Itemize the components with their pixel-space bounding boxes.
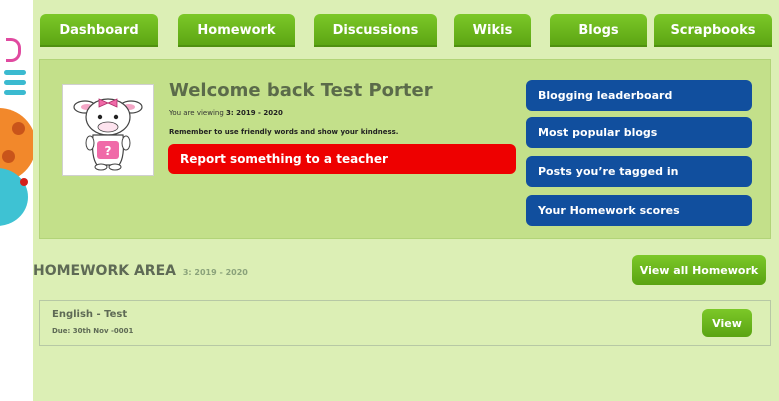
tab-blogs[interactable]: Blogs: [550, 14, 647, 47]
view-all-homework-button[interactable]: View all Homework: [632, 255, 766, 285]
tab-dashboard[interactable]: Dashboard: [40, 14, 158, 47]
homework-item-title: English - Test: [52, 309, 128, 320]
tab-scrapbooks[interactable]: Scrapbooks: [654, 14, 772, 47]
homework-heading: HOMEWORK AREA 3: 2019 - 2020: [33, 263, 248, 279]
avatar: ?: [62, 84, 154, 176]
homework-heading-title: HOMEWORK AREA: [33, 263, 176, 279]
welcome-panel: ? Welcome back Test Porter You are viewi…: [39, 59, 771, 239]
main-panel: Dashboard Homework Discussions Wikis Blo…: [33, 0, 779, 401]
decorative-bar: [4, 70, 26, 75]
most-popular-blogs-button[interactable]: Most popular blogs: [526, 117, 752, 148]
homework-item: English - Test Due: 30th Nov -0001 View: [39, 300, 771, 346]
tab-wikis[interactable]: Wikis: [454, 14, 531, 47]
decorative-strip: [0, 0, 34, 401]
tagged-posts-button[interactable]: Posts you’re tagged in: [526, 156, 752, 187]
decorative-red-dot: [20, 178, 28, 186]
decorative-pink-shape: [6, 38, 21, 62]
decorative-bar: [4, 90, 26, 95]
blogging-leaderboard-button[interactable]: Blogging leaderboard: [526, 80, 752, 111]
tab-homework[interactable]: Homework: [178, 14, 295, 47]
homework-heading-year: 3: 2019 - 2020: [182, 268, 248, 277]
viewing-value: 3: 2019 - 2020: [226, 109, 283, 117]
reminder-text: Remember to use friendly words and show …: [169, 128, 399, 136]
decorative-bar: [4, 80, 26, 85]
svg-text:?: ?: [105, 144, 112, 158]
homework-item-due: Due: 30th Nov -0001: [52, 327, 134, 335]
report-button[interactable]: Report something to a teacher: [168, 144, 516, 174]
cow-avatar-icon: ?: [73, 98, 143, 171]
homework-scores-button[interactable]: Your Homework scores: [526, 195, 752, 226]
view-homework-button[interactable]: View: [702, 309, 752, 337]
decorative-cyan-circle: [0, 168, 28, 226]
tab-discussions[interactable]: Discussions: [314, 14, 437, 47]
welcome-title: Welcome back Test Porter: [169, 80, 433, 101]
viewing-prefix: You are viewing: [169, 109, 224, 117]
viewing-text: You are viewing 3: 2019 - 2020: [169, 109, 283, 117]
